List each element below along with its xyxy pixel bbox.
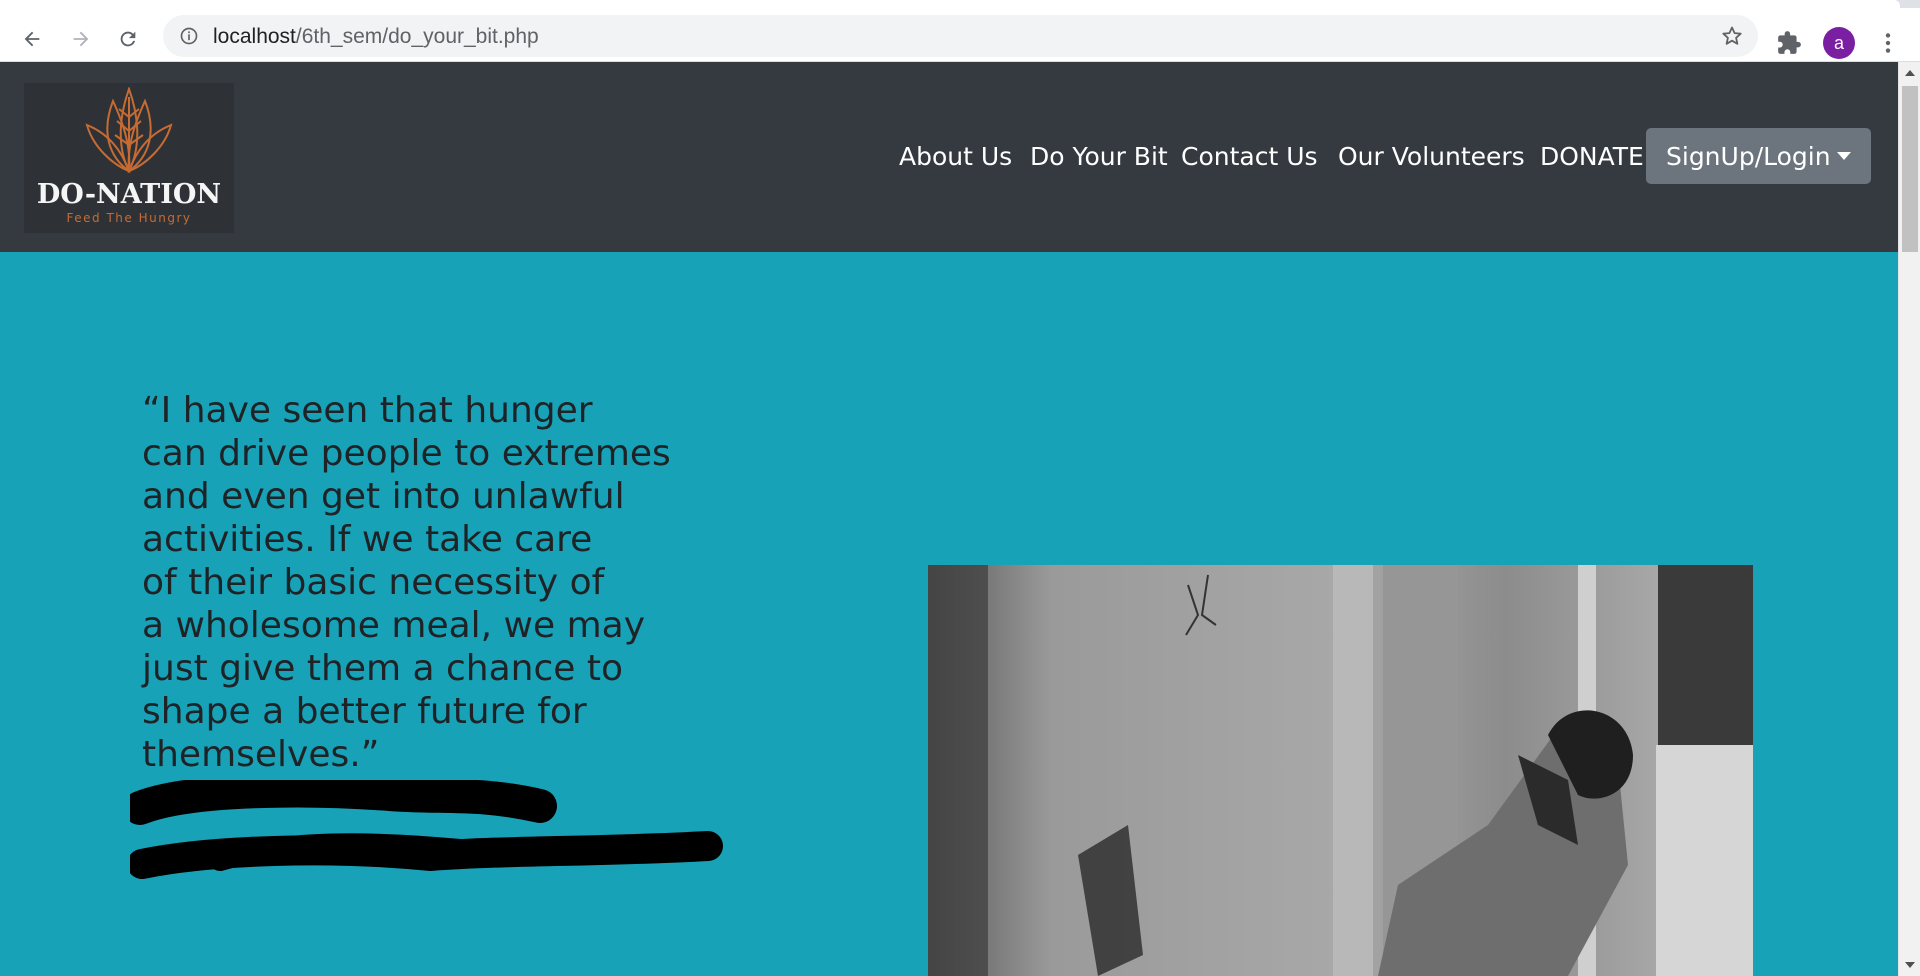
nav-link-about-us[interactable]: About Us: [899, 142, 1012, 171]
url-path: /6th_sem/do_your_bit.php: [295, 25, 539, 48]
url-text[interactable]: localhost/6th_sem/do_your_bit.php: [213, 25, 539, 49]
scroll-up-arrow-icon[interactable]: [1905, 70, 1915, 76]
logo-title: DO-NATION: [36, 179, 222, 210]
arrow-left-icon: [24, 31, 40, 47]
homeless-person-photo: [928, 565, 1753, 976]
bookmark-star-icon[interactable]: [1720, 24, 1744, 48]
photo-homeless-person: [928, 565, 1753, 976]
scroll-down-arrow-icon[interactable]: [1905, 962, 1915, 968]
quote-line: and even get into unlawful: [142, 476, 625, 517]
forward-button[interactable]: [63, 21, 99, 57]
active-tab[interactable]: [0, 0, 1900, 8]
quote-line: can drive people to extremes: [142, 433, 671, 474]
address-bar[interactable]: localhost/6th_sem/do_your_bit.php: [163, 15, 1758, 57]
quote-line: just give them a chance to: [142, 648, 623, 689]
quote-line: of their basic necessity of: [142, 562, 605, 603]
nav-link-donate[interactable]: DONATE: [1540, 142, 1644, 171]
profile-initial: a: [1833, 32, 1844, 53]
logo-subtitle: Feed The Hungry: [66, 211, 192, 225]
kebab-menu-icon[interactable]: [1875, 30, 1901, 56]
tab-strip: [0, 0, 1920, 8]
scrollbar-thumb[interactable]: [1902, 86, 1918, 252]
page-viewport: DO-NATION Feed The Hungry About Us Do Yo…: [0, 62, 1898, 976]
nav-link-contact-us[interactable]: Contact Us: [1181, 142, 1318, 171]
nav-link-our-volunteers[interactable]: Our Volunteers: [1338, 142, 1525, 171]
hunger-quote: “I have seen that hunger can drive peopl…: [142, 389, 702, 776]
signup-login-label: SignUp/Login: [1666, 141, 1831, 171]
quote-line: a wholesome meal, we may: [142, 605, 646, 646]
arrow-right-icon: [73, 31, 89, 47]
back-button[interactable]: [14, 21, 50, 57]
caret-down-icon: [1837, 152, 1851, 160]
reload-button[interactable]: [110, 21, 146, 57]
quote-line: “I have seen that hunger: [142, 390, 593, 431]
site-navbar: DO-NATION Feed The Hungry About Us Do Yo…: [0, 62, 1898, 252]
info-icon[interactable]: [179, 26, 199, 46]
quote-line: themselves.”: [142, 734, 380, 775]
quote-line: shape a better future for: [142, 691, 587, 732]
page-scrollbar[interactable]: [1898, 62, 1920, 976]
url-host: localhost: [213, 25, 296, 48]
redaction-scribble: [130, 780, 723, 879]
site-logo[interactable]: DO-NATION Feed The Hungry: [24, 83, 234, 233]
reload-icon: [120, 31, 136, 47]
nav-link-do-your-bit[interactable]: Do Your Bit: [1030, 142, 1168, 171]
quote-line: activities. If we take care: [142, 519, 593, 560]
extensions-puzzle-icon[interactable]: [1776, 30, 1802, 56]
signup-login-dropdown[interactable]: SignUp/Login: [1646, 128, 1871, 184]
profile-avatar[interactable]: a: [1823, 27, 1855, 59]
leaf-logo-icon: [85, 87, 173, 174]
browser-toolbar: localhost/6th_sem/do_your_bit.php a: [0, 8, 1920, 62]
